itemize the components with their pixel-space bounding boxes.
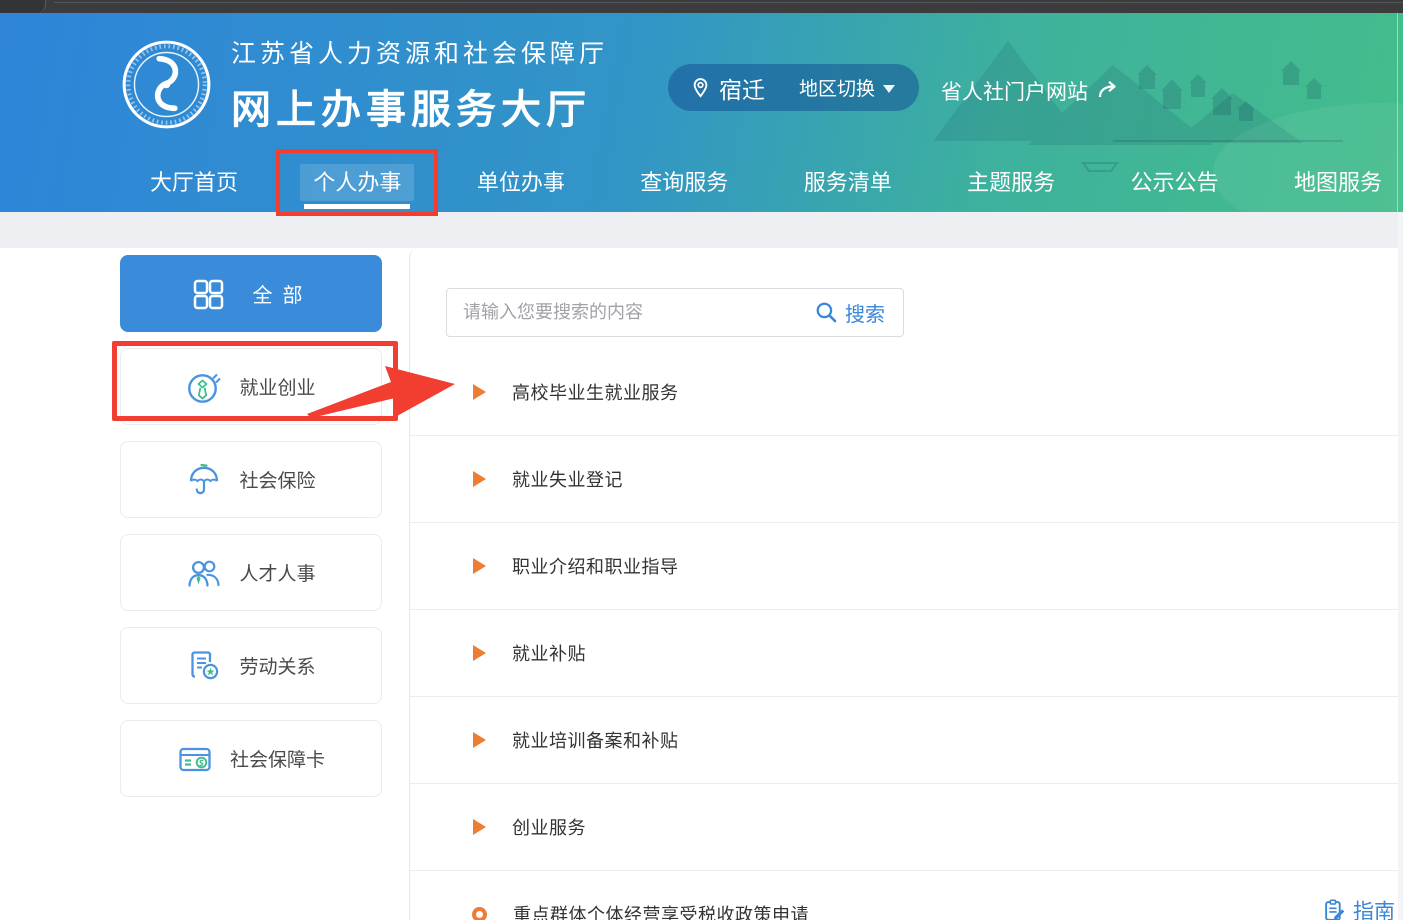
triangle-marker-icon <box>473 471 486 487</box>
sidebar-item-all[interactable]: 全部 <box>120 255 382 332</box>
region-switch-button[interactable]: 地区切换 <box>799 74 875 101</box>
service-row[interactable]: 就业失业登记 <box>410 435 1403 522</box>
guide-clipboard-icon <box>1325 898 1345 920</box>
nav-item-unit[interactable]: 单位办事 <box>464 165 578 197</box>
triangle-marker-icon <box>473 819 486 835</box>
nav-item-service-list[interactable]: 服务清单 <box>791 165 905 197</box>
grid-icon <box>193 279 223 309</box>
subheader-band <box>0 212 1403 248</box>
sidebar-item-social-insurance[interactable]: 社会保险 <box>120 441 382 518</box>
active-tab-underline <box>304 204 411 209</box>
circle-marker-icon <box>472 906 487 920</box>
share-arrow-icon <box>1098 81 1116 98</box>
browser-top-line <box>54 2 1403 3</box>
service-row[interactable]: 重点群体个体经营享受税收政策申请 指南 <box>410 870 1403 920</box>
site-title: 网上办事服务大厅 <box>231 88 591 132</box>
main-nav: 大厅首页 个人办事 单位办事 查询服务 服务清单 主题服务 公示公告 地图服务 <box>137 149 1395 216</box>
header-right-divider <box>1397 13 1398 212</box>
document-star-icon <box>191 650 219 679</box>
nav-item-personal[interactable]: 个人办事 <box>276 149 439 216</box>
nav-item-home[interactable]: 大厅首页 <box>137 165 251 197</box>
search-button[interactable]: 搜索 <box>809 298 903 327</box>
triangle-marker-icon <box>473 732 486 748</box>
umbrella-icon <box>190 463 219 494</box>
sidebar-item-label: 人才人事 <box>239 564 316 585</box>
browser-top-bar <box>0 0 1403 13</box>
sidebar-item-label: 社会保障卡 <box>229 750 325 771</box>
nav-item-announcements[interactable]: 公示公告 <box>1118 165 1232 197</box>
sidebar-item-label: 全部 <box>252 285 313 307</box>
triangle-marker-icon <box>473 558 486 574</box>
site-header: 江苏省人力资源和社会保障厅 网上办事服务大厅 宿迁 地区切换 省人社门户网站 大… <box>0 13 1403 216</box>
service-list: 高校毕业生就业服务 就业失业登记 职业介绍和职业指导 就业补贴 就业培训备案和补… <box>410 348 1403 920</box>
sidebar-item-employment[interactable]: 就业创业 <box>112 341 398 425</box>
employment-tie-icon <box>188 373 222 403</box>
browser-tab-corner <box>0 0 46 13</box>
category-sidebar: 全部 就业创业 社会保险 人才人事 劳动关系 社会保障卡 <box>112 255 398 797</box>
portal-link[interactable]: 省人社门户网站 <box>941 76 1121 106</box>
brand: 江苏省人力资源和社会保障厅 网上办事服务大厅 <box>120 34 608 135</box>
service-row[interactable]: 创业服务 <box>410 783 1403 870</box>
search-input[interactable] <box>447 289 809 336</box>
sidebar-item-social-security-card[interactable]: 社会保障卡 <box>120 720 382 797</box>
site-logo-icon <box>122 40 211 129</box>
social-card-icon <box>179 747 211 771</box>
service-row[interactable]: 职业介绍和职业指导 <box>410 522 1403 609</box>
guide-link[interactable]: 指南 <box>1323 895 1395 920</box>
search-icon <box>816 302 837 323</box>
search-button-label: 搜索 <box>845 304 885 326</box>
sidebar-item-label: 劳动关系 <box>239 657 316 678</box>
sidebar-item-label: 就业创业 <box>239 378 316 399</box>
org-name: 江苏省人力资源和社会保障厅 <box>231 40 609 68</box>
nav-item-theme[interactable]: 主题服务 <box>954 165 1068 197</box>
portal-link-label[interactable]: 省人社门户网站 <box>941 76 1088 106</box>
location-pin-icon <box>693 78 708 98</box>
people-icon <box>188 560 221 587</box>
caret-down-icon <box>883 85 896 93</box>
service-row[interactable]: 就业补贴 <box>410 609 1403 696</box>
current-city[interactable]: 宿迁 <box>719 71 765 105</box>
search-box: 搜索 <box>446 288 904 337</box>
nav-item-query[interactable]: 查询服务 <box>627 165 741 197</box>
service-row[interactable]: 高校毕业生就业服务 <box>410 348 1403 435</box>
sidebar-item-labor-relations[interactable]: 劳动关系 <box>120 627 382 704</box>
main-panel: 搜索 高校毕业生就业服务 就业失业登记 职业介绍和职业指导 就业补贴 <box>409 248 1403 920</box>
location-pill[interactable]: 宿迁 地区切换 <box>668 64 920 111</box>
service-row[interactable]: 就业培训备案和补贴 <box>410 696 1403 783</box>
triangle-marker-icon <box>473 383 486 400</box>
nav-item-map[interactable]: 地图服务 <box>1281 165 1395 197</box>
brand-text: 江苏省人力资源和社会保障厅 网上办事服务大厅 <box>231 34 608 135</box>
triangle-marker-icon <box>473 645 486 661</box>
screen: 江苏省人力资源和社会保障厅 网上办事服务大厅 宿迁 地区切换 省人社门户网站 大… <box>0 0 1403 920</box>
sidebar-item-talent-hr[interactable]: 人才人事 <box>120 534 382 611</box>
sidebar-item-label: 社会保险 <box>239 471 316 492</box>
right-edge-strip <box>1398 212 1403 920</box>
guide-link-label: 指南 <box>1353 900 1395 920</box>
